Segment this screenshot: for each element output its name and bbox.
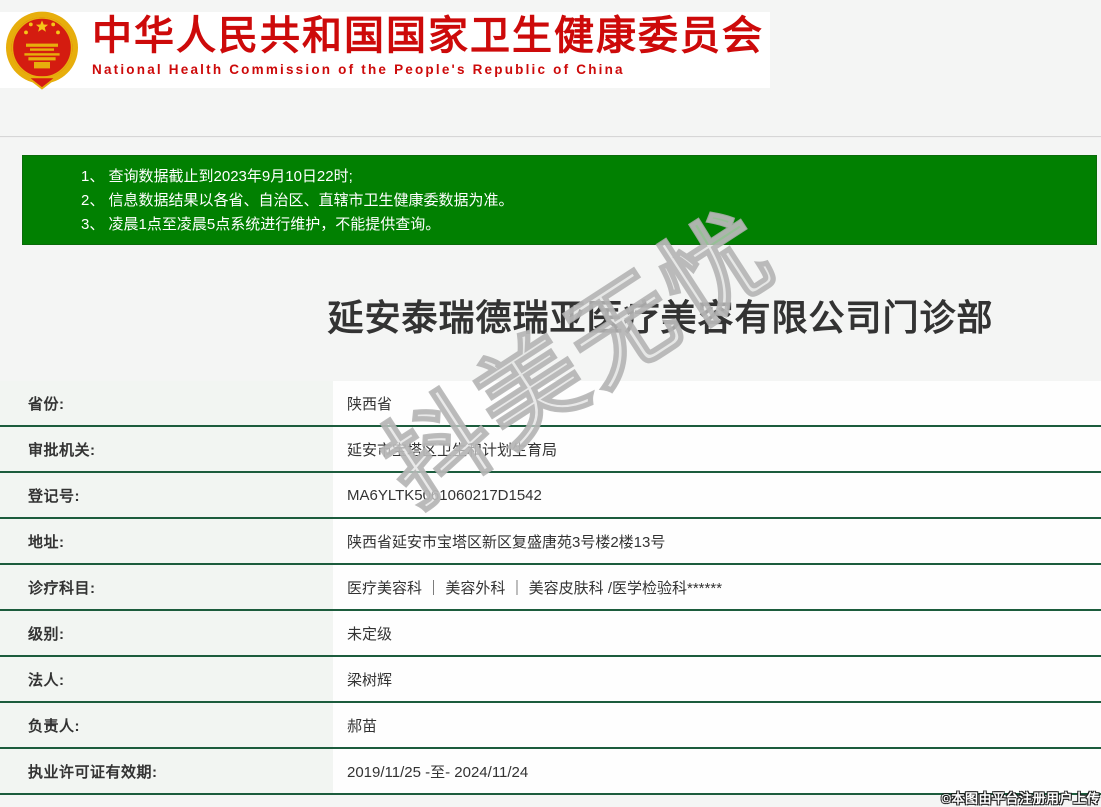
table-row-person-in-charge: 负责人: 郝苗: [0, 703, 1101, 749]
table-row-license-validity: 执业许可证有效期: 2019/11/25 -至- 2024/11/24: [0, 749, 1101, 795]
field-value: 陕西省: [333, 381, 1101, 425]
info-table: 省份: 陕西省 审批机关: 延安市宝塔区卫生和计划生育局 登记号: MA6YLT…: [0, 381, 1101, 795]
institution-name: 延安泰瑞德瑞亚医疗美容有限公司门诊部: [327, 297, 994, 338]
site-title-cn: 中华人民共和国国家卫生健康委员会: [92, 14, 764, 58]
notice-item-3: 3、 凌晨1点至凌晨5点系统进行维护，不能提供查询。: [81, 216, 441, 233]
field-label: 法人:: [0, 657, 333, 701]
table-row-legal-person: 法人: 梁树辉: [0, 657, 1101, 703]
field-label: 登记号:: [0, 473, 333, 517]
field-value: 未定级: [333, 611, 1101, 655]
national-emblem-icon: [2, 10, 82, 90]
field-label: 诊疗科目:: [0, 565, 333, 609]
field-label: 审批机关:: [0, 427, 333, 471]
table-row-address: 地址: 陕西省延安市宝塔区新区复盛唐苑3号楼2楼13号: [0, 519, 1101, 565]
site-title-block[interactable]: 中华人民共和国国家卫生健康委员会 National Health Commiss…: [92, 13, 764, 77]
table-row-province: 省份: 陕西省: [0, 381, 1101, 427]
field-value: 医疗美容科 ｜ 美容外科 ｜ 美容皮肤科 /医学检验科******: [333, 565, 1101, 609]
notice-item-1: 1、 查询数据截止到2023年9月10日22时;: [81, 168, 353, 185]
notice-box: 1、 查询数据截止到2023年9月10日22时; 2、 信息数据结果以各省、自治…: [22, 155, 1097, 245]
page: 中华人民共和国国家卫生健康委员会 National Health Commiss…: [0, 0, 1101, 807]
site-title-en: National Health Commission of the People…: [92, 62, 625, 77]
field-label: 地址:: [0, 519, 333, 563]
field-value: 陕西省延安市宝塔区新区复盛唐苑3号楼2楼13号: [333, 519, 1101, 563]
table-row-registration-number: 登记号: MA6YLTK5061060217D1542: [0, 473, 1101, 519]
field-label: 执业许可证有效期:: [0, 749, 333, 793]
field-value: 梁树辉: [333, 657, 1101, 701]
copyright-note: ©本图由平台注册用户上传: [941, 791, 1100, 806]
site-header: 中华人民共和国国家卫生健康委员会 National Health Commiss…: [0, 10, 770, 90]
field-value: 郝苗: [333, 703, 1101, 747]
table-row-approval-authority: 审批机关: 延安市宝塔区卫生和计划生育局: [0, 427, 1101, 473]
field-label: 负责人:: [0, 703, 333, 747]
header-divider: [0, 136, 1101, 138]
notice-item-2: 2、 信息数据结果以各省、自治区、直辖市卫生健康委数据为准。: [81, 192, 514, 209]
field-value: 延安市宝塔区卫生和计划生育局: [333, 427, 1101, 471]
table-row-level: 级别: 未定级: [0, 611, 1101, 657]
field-value: 2019/11/25 -至- 2024/11/24: [333, 749, 1101, 793]
field-label: 级别:: [0, 611, 333, 655]
field-value: MA6YLTK5061060217D1542: [333, 473, 1101, 517]
field-label: 省份:: [0, 381, 333, 425]
table-row-clinical-departments: 诊疗科目: 医疗美容科 ｜ 美容外科 ｜ 美容皮肤科 /医学检验科******: [0, 565, 1101, 611]
